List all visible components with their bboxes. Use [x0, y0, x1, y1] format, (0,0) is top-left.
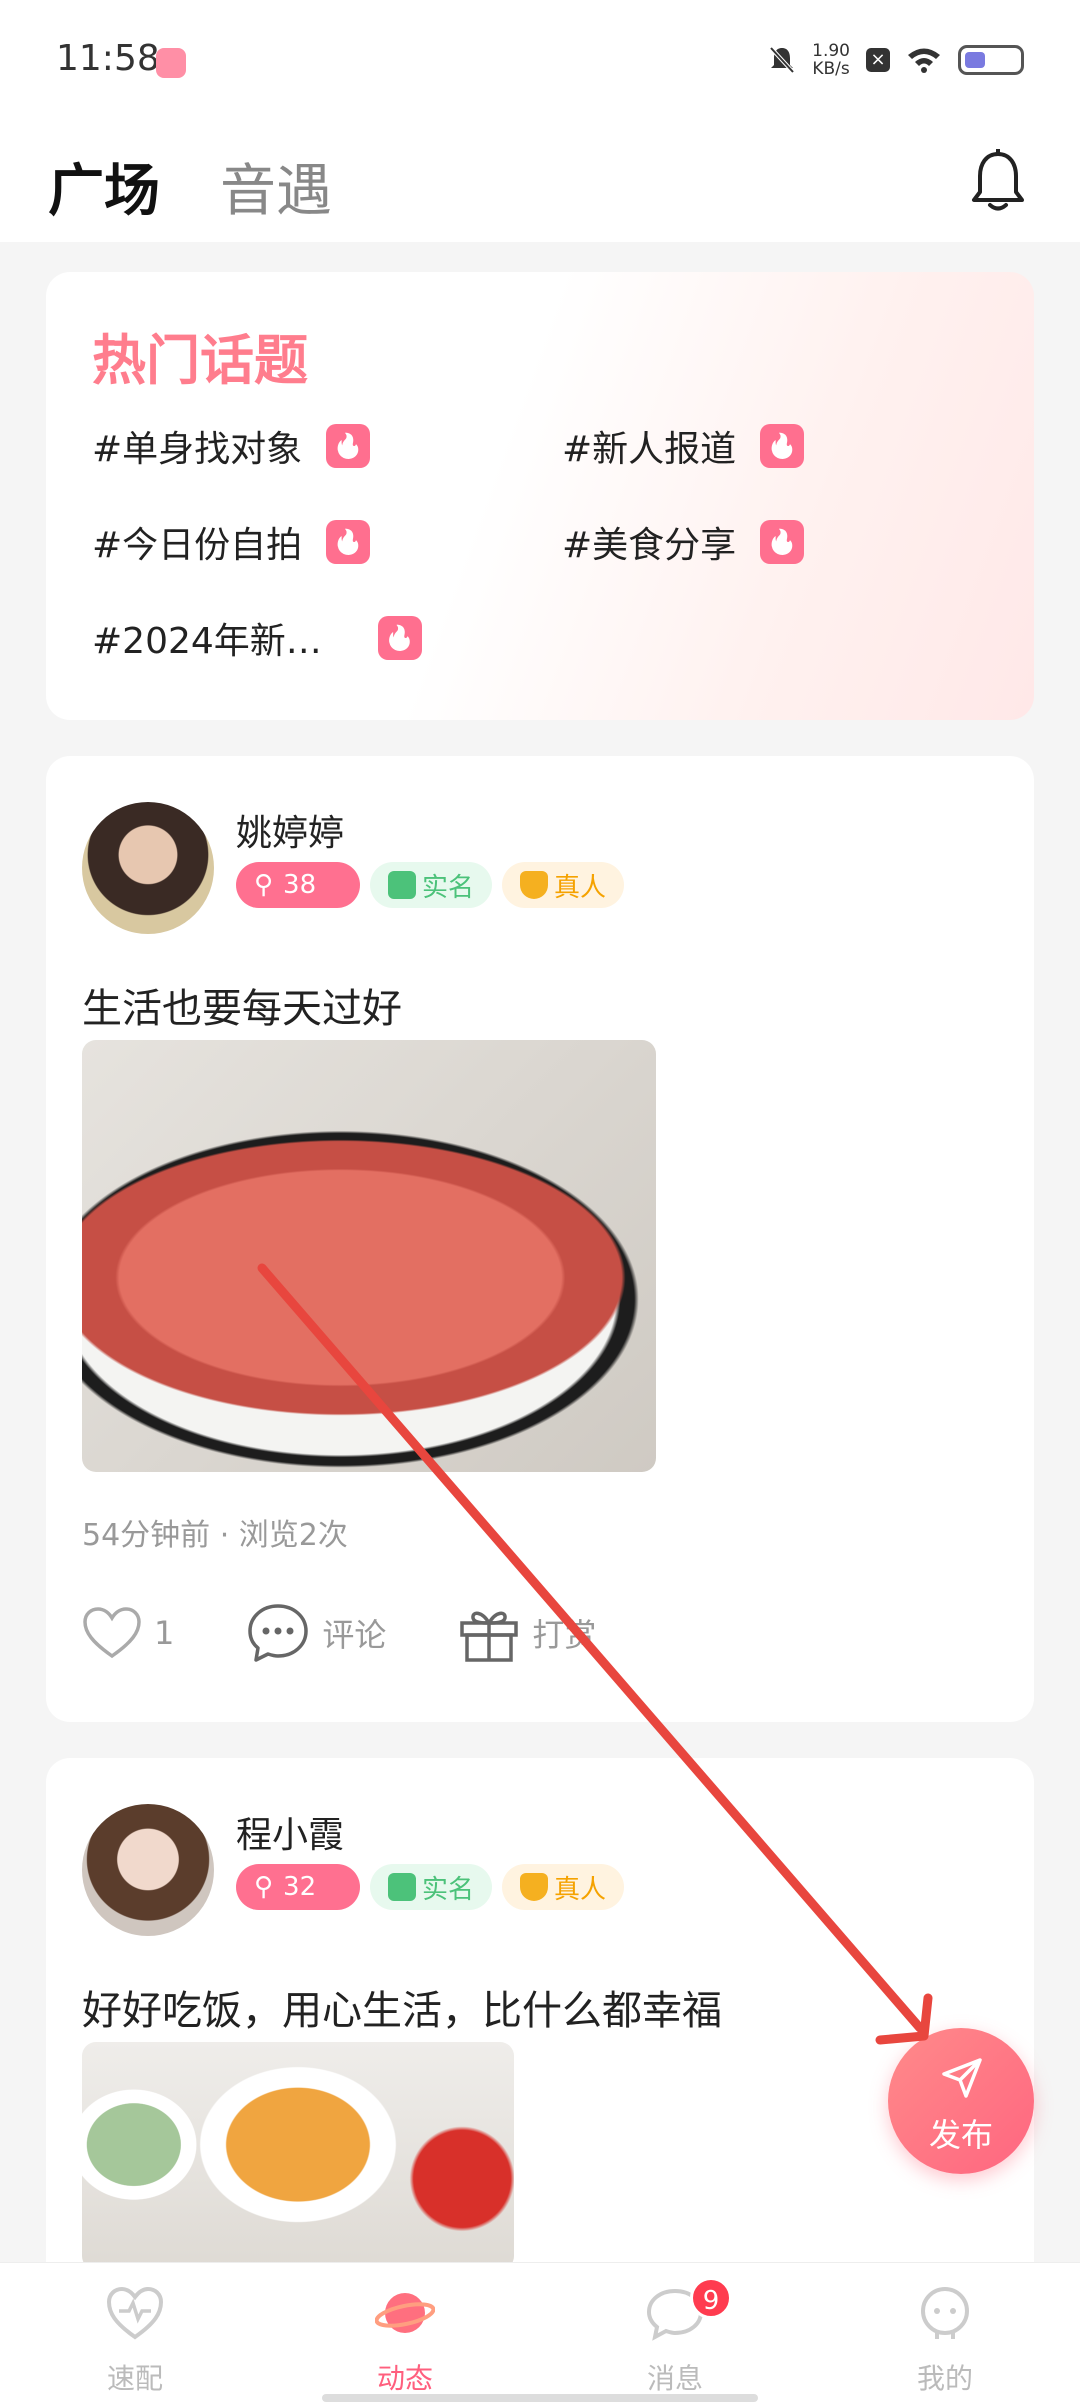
post-actions: 1 评论 打赏: [82, 1602, 668, 1664]
topic-item[interactable]: #美食分享: [562, 516, 805, 568]
key-icon: ⚲: [254, 1872, 274, 1902]
top-header: 广场 音遇: [0, 120, 1080, 242]
id-card-icon: [388, 1873, 416, 1901]
topic-label: #单身找对象: [92, 429, 303, 470]
verified-name-label: 实名: [422, 1874, 475, 1905]
nav-label: 消息: [646, 2362, 703, 2395]
hot-topics-title: 热门话题: [92, 329, 308, 392]
nav-item-profile[interactable]: 我的: [810, 2263, 1080, 2408]
bell-icon[interactable]: [968, 148, 1028, 214]
topic-item[interactable]: #2024年新…: [92, 612, 422, 664]
fire-icon: [377, 616, 422, 660]
level-badge: ⚲ 38: [236, 862, 360, 908]
hot-topics-card: 热门话题 #单身找对象 #新人报道 #今日份自拍 #美食分享 #2024年新…: [46, 272, 1034, 720]
post-text: 生活也要每天过好: [82, 986, 402, 1032]
key-icon: ⚲: [254, 870, 274, 900]
topic-item[interactable]: #单身找对象: [92, 420, 371, 472]
real-person-badge: 真人: [502, 1864, 625, 1910]
fire-icon: [760, 424, 805, 468]
post-image-food[interactable]: [82, 2042, 514, 2270]
bottom-nav: 速配 动态 9 消息 我的: [0, 2262, 1080, 2408]
topic-label: #美食分享: [562, 525, 737, 566]
home-indicator: [322, 2394, 758, 2402]
user-badges: ⚲ 38 实名 真人: [236, 862, 625, 908]
topic-label: #新人报道: [562, 429, 737, 470]
nav-label: 我的: [916, 2362, 973, 2395]
verified-name-label: 实名: [422, 872, 475, 903]
battery-icon: [958, 45, 1024, 75]
real-person-label: 真人: [554, 872, 607, 903]
tip-button[interactable]: 打赏: [458, 1603, 596, 1663]
shield-v-icon: [520, 871, 549, 899]
username[interactable]: 姚婷婷: [236, 804, 344, 856]
level-badge: ⚲ 32: [236, 1864, 360, 1910]
unread-badge: 9: [690, 2277, 732, 2319]
real-person-label: 真人: [554, 1874, 607, 1905]
post-text: 好好吃饭，用心生活，比什么都幸福: [82, 1988, 722, 2034]
topic-item[interactable]: #新人报道: [562, 420, 805, 472]
post-image-shrimp[interactable]: [82, 1040, 656, 1472]
app-notification-icon: [156, 48, 186, 78]
nav-item-feed[interactable]: 动态: [270, 2263, 540, 2408]
level-value: 32: [283, 1872, 317, 1902]
username[interactable]: 程小霞: [236, 1806, 344, 1858]
publish-label: 发布: [928, 2116, 993, 2154]
gift-icon: [460, 1611, 519, 1662]
verified-name-badge: 实名: [370, 862, 493, 908]
close-box-icon: ×: [866, 48, 890, 72]
fire-icon: [326, 424, 371, 468]
nav-item-messages[interactable]: 9 消息: [540, 2263, 810, 2408]
nav-label: 速配: [106, 2362, 163, 2395]
heart-icon: [83, 1607, 141, 1659]
real-person-badge: 真人: [502, 862, 625, 908]
id-card-icon: [388, 871, 416, 899]
fire-icon: [760, 520, 805, 564]
nav-item-match[interactable]: 速配: [0, 2263, 270, 2408]
fire-icon: [326, 520, 371, 564]
avatar[interactable]: [82, 802, 214, 934]
post-card[interactable]: 姚婷婷 ⚲ 38 实名 真人 生活也要每天过好 54分钟前 · 浏览2次 1 评论…: [46, 756, 1034, 1722]
comment-button[interactable]: 评论: [246, 1602, 386, 1664]
net-speed-value: 1.90: [812, 41, 850, 61]
post-meta: 54分钟前 · 浏览2次: [82, 1518, 348, 1553]
tab-voice-meet[interactable]: 音遇: [220, 146, 332, 227]
like-count: 1: [154, 1614, 175, 1652]
status-bar: 11:58 1.90 KB/s ×: [0, 0, 1080, 120]
comment-label: 评论: [322, 1616, 387, 1654]
planet-icon: [375, 2293, 435, 2333]
face-icon: [921, 2287, 969, 2339]
topic-label: #2024年新…: [92, 621, 322, 662]
status-time: 11:58: [56, 38, 160, 79]
send-icon: [942, 2058, 982, 2098]
comment-icon: [248, 1604, 309, 1662]
topic-label: #今日份自拍: [92, 525, 303, 566]
net-speed: 1.90 KB/s: [812, 42, 850, 78]
tab-plaza[interactable]: 广场: [46, 146, 164, 229]
avatar[interactable]: [82, 1804, 214, 1936]
mute-bell-icon: [769, 46, 795, 74]
level-value: 38: [283, 870, 317, 900]
wifi-icon: [908, 48, 940, 73]
shield-v-icon: [520, 1873, 549, 1901]
topic-item[interactable]: #今日份自拍: [92, 516, 371, 568]
tip-label: 打赏: [532, 1616, 597, 1654]
verified-name-badge: 实名: [370, 1864, 493, 1910]
status-icons: 1.90 KB/s ×: [768, 42, 1024, 78]
publish-button[interactable]: 发布: [888, 2028, 1034, 2174]
like-button[interactable]: 1: [82, 1606, 174, 1660]
net-speed-unit: KB/s: [812, 59, 850, 79]
heart-pulse-icon: [106, 2286, 164, 2340]
nav-label: 动态: [376, 2362, 433, 2395]
user-badges: ⚲ 32 实名 真人: [236, 1864, 625, 1910]
